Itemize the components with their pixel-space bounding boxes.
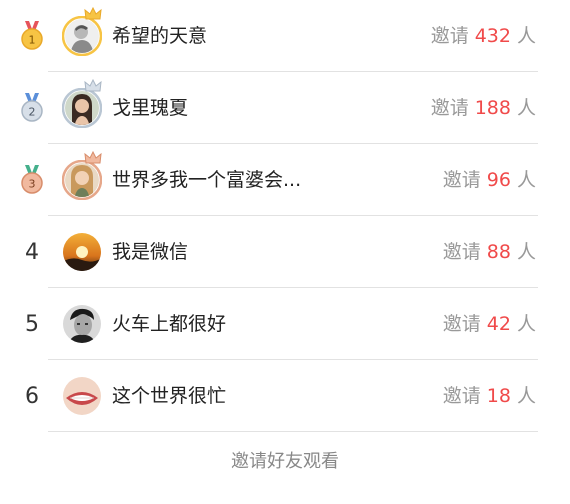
invite-ranking-list: 1 希望的天意 邀请 432 人 2 戈里瑰夏 邀请 188 人 3 世界多我一… xyxy=(0,0,570,472)
rank-number: 6 xyxy=(10,360,54,432)
user-avatar-image xyxy=(63,305,101,343)
invite-count: 188 xyxy=(474,97,511,119)
svg-text:3: 3 xyxy=(29,178,36,191)
silver-medal-icon: 2 xyxy=(21,93,43,122)
invite-unit: 人 xyxy=(516,25,536,47)
rank-badge: 1 xyxy=(10,0,54,72)
invite-label: 邀请 xyxy=(430,97,469,119)
invite-count: 42 xyxy=(486,313,511,335)
silver-crown-icon xyxy=(84,79,102,92)
user-avatar-image xyxy=(62,16,102,56)
avatar xyxy=(62,79,102,128)
rank-number-text: 4 xyxy=(25,239,39,265)
invite-count-text: 邀请 18 人 xyxy=(443,360,536,432)
avatar xyxy=(62,304,102,344)
bronze-medal-icon: 3 xyxy=(21,165,43,194)
user-avatar-image xyxy=(63,233,101,271)
invite-unit: 人 xyxy=(516,313,536,335)
invite-label: 邀请 xyxy=(430,25,469,47)
invite-count-text: 邀请 432 人 xyxy=(431,0,536,72)
user-name: 火车上都很好 xyxy=(112,313,227,335)
rank-badge: 3 xyxy=(10,144,54,216)
user-name: 希望的天意 xyxy=(112,25,208,47)
invite-count-text: 邀请 88 人 xyxy=(443,216,536,288)
rank-badge: 2 xyxy=(10,72,54,144)
invite-count: 432 xyxy=(474,25,511,47)
bronze-crown-icon xyxy=(84,151,102,164)
invite-label: 邀请 xyxy=(442,169,481,191)
rank-number-text: 6 xyxy=(25,383,39,409)
invite-unit: 人 xyxy=(516,385,536,407)
invite-label: 邀请 xyxy=(442,385,481,407)
invite-unit: 人 xyxy=(516,241,536,263)
invite-count-text: 邀请 42 人 xyxy=(443,288,536,360)
ranking-row-6[interactable]: 6 这个世界很忙 邀请 18 人 xyxy=(0,360,570,432)
ranking-row-3[interactable]: 3 世界多我一个富婆会... 邀请 96 人 xyxy=(0,144,570,216)
avatar xyxy=(62,376,102,416)
user-avatar-image xyxy=(62,160,102,200)
ranking-row-4[interactable]: 4 我是微信 邀请 88 人 xyxy=(0,216,570,288)
invite-label: 邀请 xyxy=(442,313,481,335)
avatar xyxy=(62,151,102,200)
ranking-row-1[interactable]: 1 希望的天意 邀请 432 人 xyxy=(0,0,570,72)
avatar xyxy=(62,232,102,272)
rank-number: 4 xyxy=(10,216,54,288)
ranking-row-5[interactable]: 5 火车上都很好 邀请 42 人 xyxy=(0,288,570,360)
invite-count-text: 邀请 188 人 xyxy=(431,72,536,144)
user-name: 这个世界很忙 xyxy=(112,385,227,407)
avatar xyxy=(62,7,102,56)
invite-count: 18 xyxy=(486,385,511,407)
rank-number-text: 5 xyxy=(25,311,39,337)
user-name: 世界多我一个富婆会... xyxy=(112,169,302,191)
ranking-row-2[interactable]: 2 戈里瑰夏 邀请 188 人 xyxy=(0,72,570,144)
invite-count: 96 xyxy=(486,169,511,191)
rank-number: 5 xyxy=(10,288,54,360)
invite-unit: 人 xyxy=(516,169,536,191)
invite-label: 邀请 xyxy=(442,241,481,263)
gold-medal-icon: 1 xyxy=(21,21,43,50)
invite-count: 88 xyxy=(486,241,511,263)
invite-friends-link[interactable]: 邀请好友观看 xyxy=(0,432,570,492)
user-avatar-image xyxy=(63,377,101,415)
svg-text:2: 2 xyxy=(29,106,36,119)
user-name: 戈里瑰夏 xyxy=(112,97,189,119)
user-name: 我是微信 xyxy=(112,241,189,263)
svg-text:1: 1 xyxy=(29,34,36,47)
gold-crown-icon xyxy=(84,7,102,20)
invite-count-text: 邀请 96 人 xyxy=(443,144,536,216)
invite-unit: 人 xyxy=(516,97,536,119)
user-avatar-image xyxy=(62,88,102,128)
